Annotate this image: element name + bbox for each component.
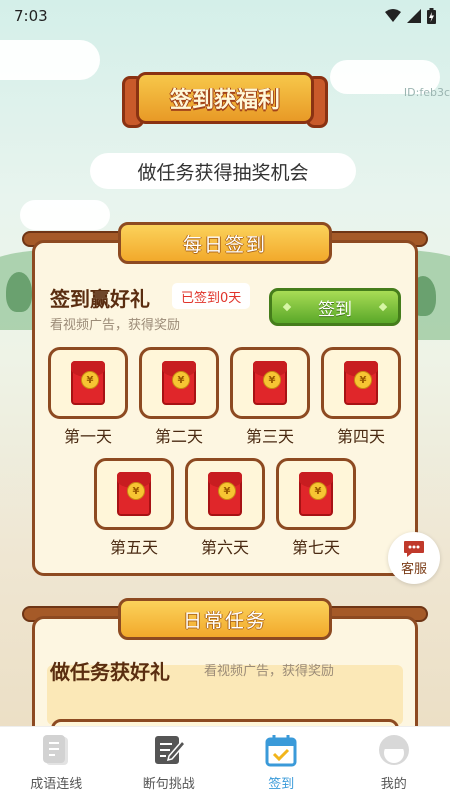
profile-icon <box>378 735 409 765</box>
day-label: 第一天 <box>63 427 112 446</box>
chat-bubble-icon <box>404 540 424 557</box>
page-subtitle: 做任务获得抽奖机会 <box>90 153 356 189</box>
nav-item-profile[interactable]: 我的 <box>338 727 450 800</box>
red-envelope-icon: ¥ <box>299 472 333 516</box>
day-label: 第五天 <box>109 538 158 557</box>
tab-daily-tasks: 日常任务 <box>118 598 332 640</box>
tasks-title: 做任务获好礼 <box>50 660 170 684</box>
day-item-5[interactable]: ¥ 第五天 <box>94 458 174 558</box>
red-envelope-icon: ¥ <box>208 472 242 516</box>
tasks-description: 看视频广告，获得奖励 <box>204 664 335 679</box>
page-title-banner: 签到获福利 <box>122 68 328 134</box>
day-item-4[interactable]: ¥ 第四天 <box>321 347 401 447</box>
nav-item-sentence-challenge[interactable]: 断句挑战 <box>113 727 226 800</box>
checkin-title: 签到赢好礼 <box>50 287 150 311</box>
nav-label: 我的 <box>380 777 407 792</box>
day-item-1[interactable]: ¥ 第一天 <box>48 347 128 447</box>
red-envelope-icon: ¥ <box>253 361 287 405</box>
nav-item-checkin[interactable]: 签到 <box>225 727 338 800</box>
tab-daily-checkin: 每日签到 <box>118 222 332 264</box>
nav-item-idiom-link[interactable]: 成语连线 <box>0 727 113 800</box>
day-label: 第二天 <box>154 427 203 446</box>
calendar-check-icon <box>265 735 297 767</box>
wifi-icon <box>385 9 401 22</box>
checkin-button[interactable]: 签到 <box>269 288 401 326</box>
day-label: 第六天 <box>200 538 249 557</box>
checkin-button-label: 签到 <box>318 299 352 320</box>
status-bar: 7:03 <box>0 0 450 32</box>
day-item-6[interactable]: ¥ 第六天 <box>185 458 265 558</box>
tab-daily-tasks-label: 日常任务 <box>182 609 267 632</box>
edit-note-icon <box>154 736 186 764</box>
signed-days-badge: 已签到0天 <box>172 283 251 309</box>
day-item-2[interactable]: ¥ 第二天 <box>139 347 219 447</box>
customer-service-button[interactable]: 客服 <box>388 532 440 584</box>
tab-daily-checkin-label: 每日签到 <box>182 233 267 256</box>
day-item-3[interactable]: ¥ 第三天 <box>230 347 310 447</box>
battery-icon <box>427 8 436 24</box>
bottom-nav: 成语连线 断句挑战 签到 我的 <box>0 726 450 800</box>
red-envelope-icon: ¥ <box>117 472 151 516</box>
red-envelope-icon: ¥ <box>344 361 378 405</box>
page-title: 签到获福利 <box>169 88 280 113</box>
nav-label: 成语连线 <box>30 777 83 792</box>
watermark-id: ID:feb3c <box>403 86 450 99</box>
nav-label: 断句挑战 <box>142 777 195 792</box>
idiom-link-icon <box>43 735 69 765</box>
red-envelope-icon: ¥ <box>71 361 105 405</box>
nav-label: 签到 <box>268 777 295 792</box>
day-label: 第七天 <box>291 538 340 557</box>
signal-icon <box>407 9 421 23</box>
day-item-7[interactable]: ¥ 第七天 <box>276 458 356 558</box>
checkin-description: 看视频广告，获得奖励 <box>50 318 181 333</box>
red-envelope-icon: ¥ <box>162 361 196 405</box>
customer-service-label: 客服 <box>400 561 427 577</box>
status-time: 7:03 <box>14 7 48 25</box>
day-label: 第四天 <box>336 427 385 446</box>
day-label: 第三天 <box>245 427 294 446</box>
